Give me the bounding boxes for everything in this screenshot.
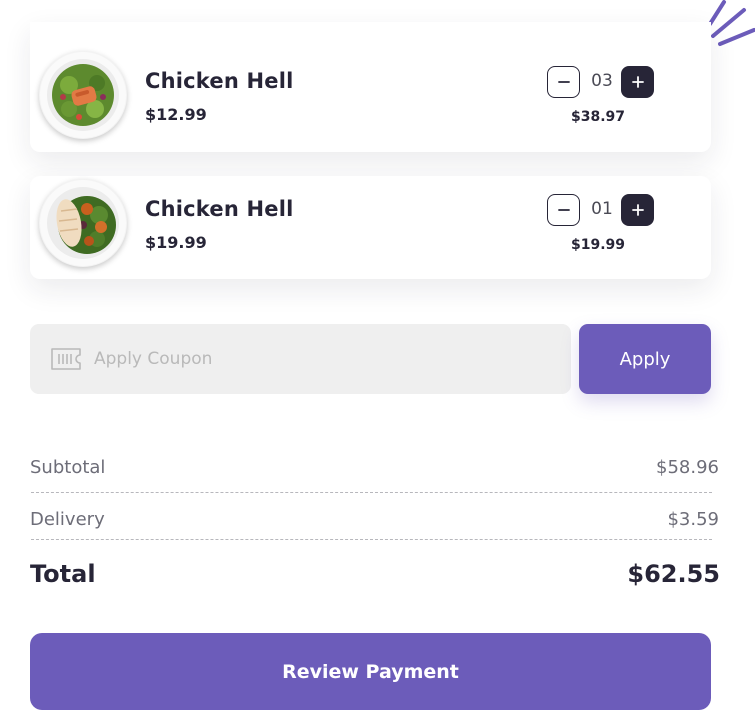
quantity-value: 01 <box>591 199 613 219</box>
divider <box>31 492 712 493</box>
cart-item: Chicken Hell $19.99 01 $19.99 <box>30 176 711 279</box>
delivery-value: $3.59 <box>667 509 719 530</box>
review-payment-button[interactable]: Review Payment <box>30 633 711 710</box>
subtotal-row: Subtotal $58.96 <box>30 457 719 487</box>
total-label: Total <box>30 560 96 588</box>
total-row: Total $62.55 <box>30 560 720 594</box>
decrease-quantity-button[interactable] <box>547 66 580 98</box>
coupon-field <box>30 324 571 394</box>
subtotal-value: $58.96 <box>656 457 719 478</box>
item-price: $19.99 <box>145 233 207 252</box>
subtotal-label: Subtotal <box>30 457 106 478</box>
minus-icon <box>557 209 570 211</box>
ticket-icon <box>51 348 81 370</box>
chicken-greens-image <box>39 179 127 267</box>
line-total: $38.97 <box>570 109 626 125</box>
total-value: $62.55 <box>627 560 720 588</box>
plus-icon <box>631 76 644 88</box>
salmon-salad-image <box>39 51 127 139</box>
apply-coupon-button[interactable]: Apply <box>579 324 711 394</box>
quantity-value: 03 <box>591 71 613 91</box>
delivery-row: Delivery $3.59 <box>30 509 719 539</box>
item-price: $12.99 <box>145 105 207 124</box>
plus-icon <box>631 204 644 216</box>
divider <box>31 539 712 540</box>
item-name: Chicken Hell <box>145 69 294 93</box>
cart-item: Chicken Hell $12.99 03 $38.97 <box>30 22 711 152</box>
quantity-stepper: 03 <box>547 66 655 98</box>
increase-quantity-button[interactable] <box>621 194 654 226</box>
minus-icon <box>557 81 570 83</box>
coupon-input[interactable] <box>94 324 554 394</box>
increase-quantity-button[interactable] <box>621 66 654 98</box>
delivery-label: Delivery <box>30 509 105 530</box>
decrease-quantity-button[interactable] <box>547 194 580 226</box>
item-name: Chicken Hell <box>145 197 294 221</box>
quantity-stepper: 01 <box>547 194 655 226</box>
line-total: $19.99 <box>570 237 626 253</box>
